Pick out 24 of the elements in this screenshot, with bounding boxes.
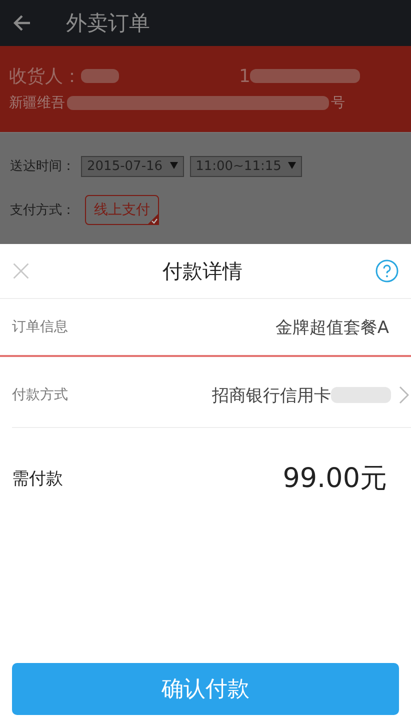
amount-label: 需付款 <box>12 468 63 490</box>
order-info-row: 订单信息 金牌超值套餐A <box>0 299 411 357</box>
phone-number: 1 <box>239 66 250 86</box>
chevron-right-icon <box>399 386 409 404</box>
payment-method-row[interactable]: 付款方式 招商银行信用卡 <box>12 363 411 428</box>
receiver-label: 收货人： <box>9 65 81 88</box>
delivery-time-label: 送达时间： <box>10 158 75 175</box>
address-text: 号 <box>331 94 345 112</box>
redaction-mark <box>81 69 119 83</box>
payment-method-label: 支付方式： <box>10 202 75 219</box>
time-dropdown[interactable]: 11:00~11:15 <box>190 156 302 176</box>
back-icon[interactable] <box>12 13 32 33</box>
close-icon[interactable] <box>12 262 30 280</box>
amount-value: 99.00元 <box>282 462 387 496</box>
caret-icon <box>288 162 296 170</box>
date-dropdown[interactable]: 2015-07-16 <box>81 156 184 176</box>
sheet-title: 付款详情 <box>162 258 242 284</box>
page-title: 外卖订单 <box>66 10 150 37</box>
help-icon[interactable] <box>375 259 399 283</box>
confirm-payment-button[interactable]: 确认付款 <box>12 663 399 715</box>
address-text: 新疆维吾 <box>9 94 65 112</box>
payment-option[interactable]: 线上支付 <box>85 195 159 225</box>
redaction-mark <box>331 387 391 403</box>
caret-icon <box>170 162 178 170</box>
